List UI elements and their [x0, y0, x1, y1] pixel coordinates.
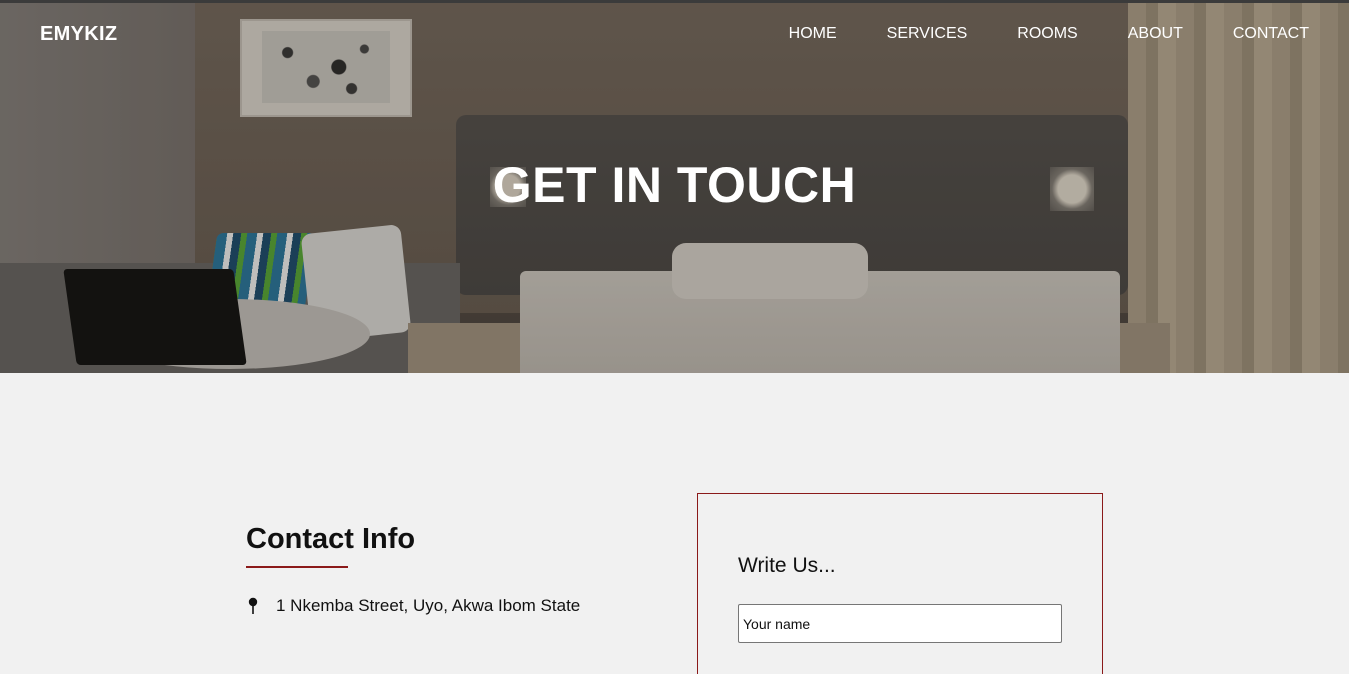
nav-link-rooms[interactable]: ROOMS [1017, 25, 1077, 43]
write-us-form: Write Us... [697, 493, 1103, 674]
contact-section: Contact Info 1 Nkemba Street, Uyo, Akwa … [0, 373, 1349, 674]
contact-info-panel: Contact Info 1 Nkemba Street, Uyo, Akwa … [246, 523, 666, 616]
address-row: 1 Nkemba Street, Uyo, Akwa Ibom State [246, 596, 666, 616]
hero-title: GET IN TOUCH [492, 157, 857, 213]
main-navigation: EMYKIZ HOME SERVICES ROOMS ABOUT CONTACT [0, 3, 1349, 63]
name-input[interactable] [738, 604, 1062, 643]
map-pin-icon [248, 597, 258, 615]
address-text: 1 Nkemba Street, Uyo, Akwa Ibom State [276, 596, 581, 615]
brand-logo[interactable]: EMYKIZ [40, 23, 117, 46]
nav-links: HOME SERVICES ROOMS ABOUT CONTACT [789, 25, 1309, 43]
nav-link-services[interactable]: SERVICES [887, 25, 968, 43]
form-heading: Write Us... [738, 554, 836, 577]
nav-link-contact[interactable]: CONTACT [1233, 25, 1309, 43]
heading-underline [246, 566, 348, 568]
nav-link-home[interactable]: HOME [789, 25, 837, 43]
contact-info-heading: Contact Info [246, 523, 416, 555]
nav-link-about[interactable]: ABOUT [1128, 25, 1183, 43]
